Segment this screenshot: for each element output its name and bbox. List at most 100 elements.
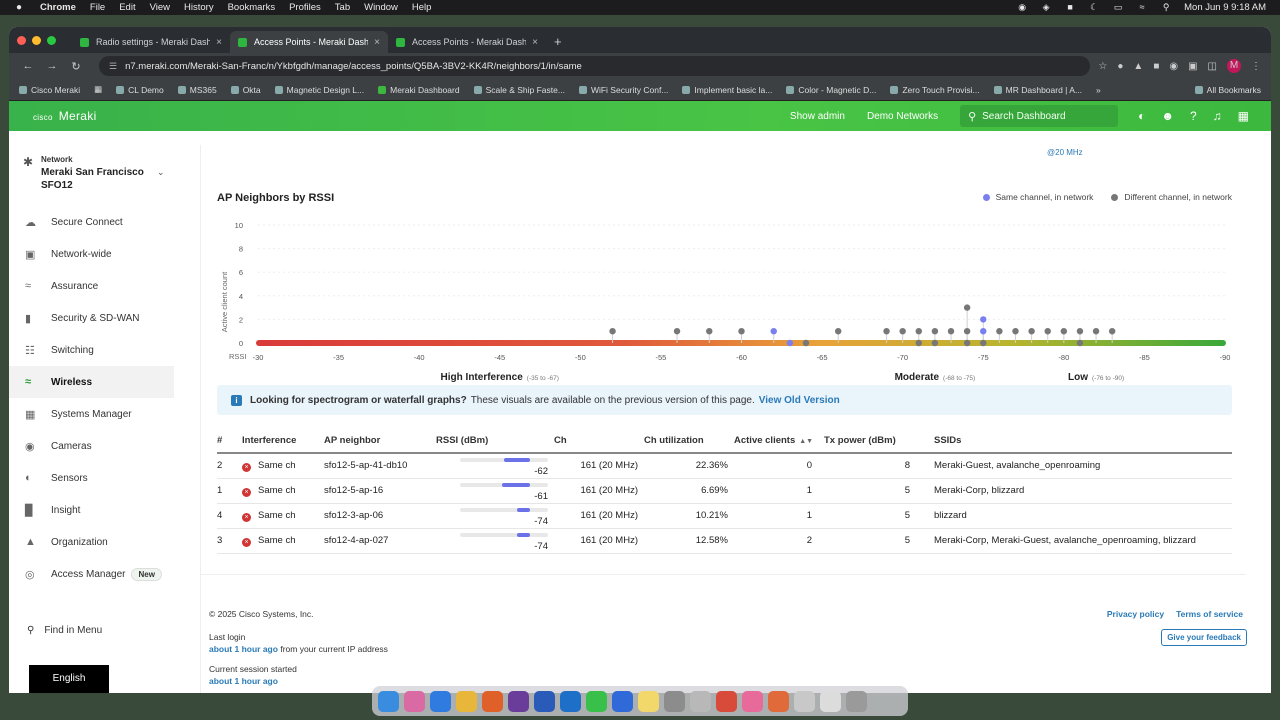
- cisco-meraki-logo[interactable]: cisco Meraki: [33, 109, 97, 123]
- bookmark-item[interactable]: Zero Touch Provisi...: [890, 85, 980, 95]
- sidebar-item-systems-manager[interactable]: ▦ Systems Manager: [9, 398, 174, 430]
- sidebar-item-network-wide[interactable]: ▣ Network-wide: [9, 238, 174, 270]
- app-icon[interactable]: [768, 690, 789, 712]
- neighbor-point[interactable]: [786, 339, 794, 347]
- sidebar-item-secure-connect[interactable]: ☁ Secure Connect: [9, 206, 174, 238]
- minimize-window-button[interactable]: [32, 35, 41, 45]
- view-old-version-link[interactable]: View Old Version: [759, 395, 840, 406]
- neighbor-point[interactable]: [883, 328, 890, 335]
- menu-file[interactable]: File: [90, 2, 105, 13]
- bookmark-item[interactable]: Implement basic la...: [682, 85, 772, 95]
- tab-access-points[interactable]: Access Points - Meraki Dash ×: [388, 31, 546, 53]
- bookmarks-overflow-icon[interactable]: »: [1096, 85, 1101, 95]
- give-feedback-button[interactable]: Give your feedback: [1161, 629, 1247, 646]
- sort-icon[interactable]: ▲▼: [799, 438, 813, 445]
- webex-icon[interactable]: [534, 690, 555, 712]
- site-info-icon[interactable]: ☰: [109, 61, 117, 72]
- neighbor-point[interactable]: [980, 339, 987, 347]
- sidebar-item-access-manager[interactable]: ◎ Access Manager New: [9, 558, 174, 590]
- sidebar-item-sensors[interactable]: ◐ Sensors: [9, 462, 174, 494]
- privacy-policy-link[interactable]: Privacy policy: [1107, 609, 1164, 619]
- col-interference[interactable]: Interference: [242, 429, 324, 454]
- neighbor-point[interactable]: [931, 339, 939, 347]
- neighbor-point[interactable]: [835, 328, 842, 335]
- neighbor-point[interactable]: [1044, 328, 1051, 335]
- neighbor-point[interactable]: [996, 328, 1003, 335]
- neighbor-point[interactable]: [931, 328, 939, 335]
- menu-edit[interactable]: Edit: [119, 2, 135, 13]
- menu-window[interactable]: Window: [364, 2, 398, 13]
- status-icon[interactable]: ◉: [1016, 3, 1028, 12]
- tasks-icon[interactable]: [612, 690, 633, 712]
- terms-of-service-link[interactable]: Terms of service: [1176, 609, 1243, 619]
- cell-ap-neighbor[interactable]: sfo12-4-ap-027: [324, 528, 436, 554]
- app-icon[interactable]: [690, 690, 711, 712]
- col-channel[interactable]: Ch: [554, 429, 644, 454]
- moon-icon[interactable]: ☾: [1088, 3, 1100, 12]
- extensions-puzzle-icon[interactable]: ▣: [1188, 61, 1197, 72]
- neighbor-point[interactable]: [673, 328, 681, 335]
- tab-radio-settings[interactable]: Radio settings - Meraki Dash ×: [72, 31, 230, 53]
- legend-different-channel[interactable]: Different channel, in network: [1111, 192, 1232, 202]
- neighbor-point[interactable]: [947, 328, 955, 335]
- profile-avatar[interactable]: M: [1227, 59, 1241, 73]
- bookmark-item[interactable]: WiFi Security Conf...: [578, 85, 668, 95]
- cell-ap-neighbor[interactable]: sfo12-5-ap-41-db10: [324, 453, 436, 479]
- user-icon[interactable]: ☻: [1161, 109, 1174, 123]
- bookmark-item[interactable]: Scale & Ship Faste...: [473, 85, 565, 95]
- bookmark-item[interactable]: Okta: [230, 85, 261, 95]
- spotlight-icon[interactable]: ⚲: [1160, 3, 1172, 12]
- sidebar-item-switching[interactable]: ☷ Switching: [9, 334, 174, 366]
- neighbor-point[interactable]: [1076, 328, 1084, 335]
- bookmark-item[interactable]: Magnetic Design L...: [274, 85, 364, 95]
- help-icon[interactable]: ?: [1190, 109, 1197, 123]
- neighbor-point[interactable]: [1060, 328, 1068, 335]
- close-tab-icon[interactable]: ×: [216, 37, 222, 48]
- battery-icon[interactable]: ▭: [1112, 3, 1124, 12]
- safari-icon[interactable]: [430, 690, 451, 712]
- apps-grid-icon[interactable]: ▦: [1238, 109, 1249, 123]
- outlook-icon[interactable]: [560, 690, 581, 712]
- chrome-icon[interactable]: [456, 690, 477, 712]
- bookmark-item[interactable]: Cisco Meraki: [19, 85, 80, 95]
- sidebar-item-cameras[interactable]: ◉ Cameras: [9, 430, 174, 462]
- sidebar-item-organization[interactable]: ▲ Organization: [9, 526, 174, 558]
- neighbor-point[interactable]: [899, 328, 906, 335]
- all-bookmarks[interactable]: All Bookmarks: [1194, 85, 1261, 95]
- neighbor-point[interactable]: [738, 328, 745, 335]
- url-field[interactable]: ☰ n7.meraki.com/Meraki-San-Franc/n/Ykbfg…: [99, 56, 1091, 76]
- cell-ap-neighbor[interactable]: sfo12-3-ap-06: [324, 503, 436, 529]
- bookmark-item[interactable]: Color - Magnetic D...: [786, 85, 876, 95]
- neighbor-point[interactable]: [1108, 328, 1116, 335]
- legend-same-channel[interactable]: Same channel, in network: [982, 192, 1093, 202]
- firefox-icon[interactable]: [482, 690, 503, 712]
- neighbor-point[interactable]: [963, 304, 971, 311]
- finder-icon[interactable]: [378, 690, 399, 712]
- table-row[interactable]: 1 × Same ch sfo12-5-ap-16 -61 161 (20 MHz) 6.6…: [217, 478, 1232, 504]
- neighbor-point[interactable]: [1092, 328, 1100, 335]
- neighbor-point[interactable]: [1012, 328, 1019, 335]
- menu-app-name[interactable]: Chrome: [40, 2, 76, 13]
- status-icon[interactable]: ■: [1064, 3, 1076, 12]
- neighbor-point[interactable]: [963, 339, 971, 347]
- menu-view[interactable]: View: [150, 2, 170, 13]
- wifi-status-icon[interactable]: ≈: [1136, 3, 1148, 12]
- new-tab-button[interactable]: +: [554, 31, 562, 53]
- notes-icon[interactable]: [638, 690, 659, 712]
- sidepanel-icon[interactable]: ◫: [1208, 61, 1217, 72]
- neighbor-point[interactable]: [802, 339, 810, 347]
- chrome-menu-icon[interactable]: ⋮: [1251, 61, 1261, 72]
- status-icon[interactable]: ◈: [1040, 3, 1052, 12]
- sidebar-item-insight[interactable]: ▉ Insight: [9, 494, 174, 526]
- table-row[interactable]: 2 × Same ch sfo12-5-ap-41-db10 -62 161 (20 MH…: [217, 453, 1232, 479]
- col-ssids[interactable]: SSIDs: [920, 429, 1232, 454]
- apple-icon[interactable]: ●: [12, 2, 26, 13]
- language-selector[interactable]: English: [29, 665, 109, 693]
- col-ch-utilization[interactable]: Ch utilization: [644, 429, 734, 454]
- table-row[interactable]: 3 × Same ch sfo12-4-ap-027 -74 161 (20 MHz) 12…: [217, 528, 1232, 554]
- folder-icon[interactable]: [820, 690, 841, 712]
- neighbor-point[interactable]: [609, 328, 616, 335]
- extension-icon[interactable]: ■: [1153, 61, 1159, 72]
- bookmark-item[interactable]: MR Dashboard | A...: [993, 85, 1082, 95]
- notifications-bell-icon[interactable]: ♫: [1213, 109, 1222, 123]
